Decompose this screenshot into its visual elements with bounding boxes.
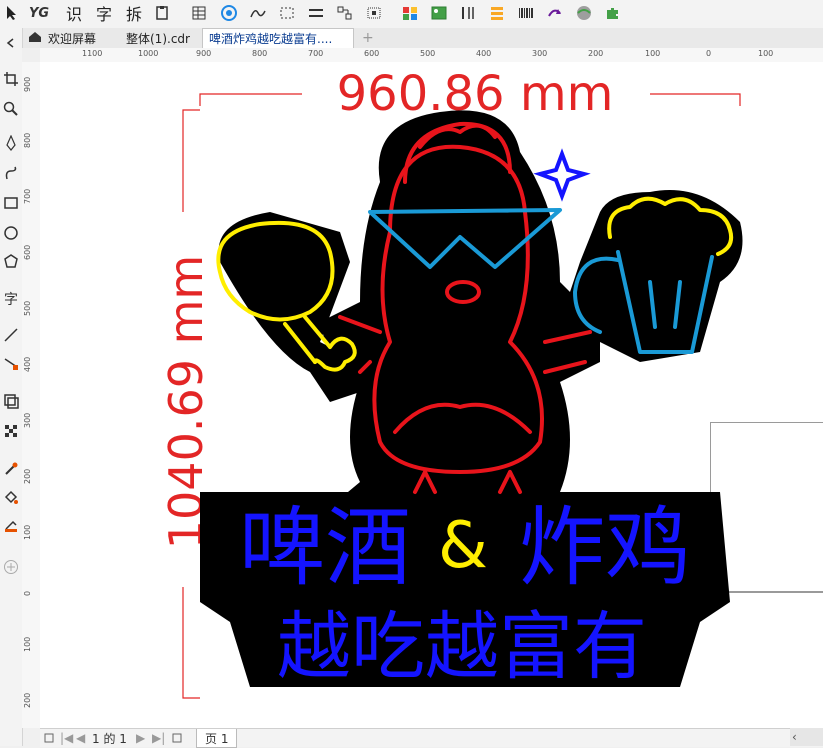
ruler-label: 900 [23,76,32,92]
go-prev-icon[interactable]: ◀ [76,729,85,747]
lines-icon[interactable] [306,3,326,23]
transparency-icon[interactable] [1,420,21,442]
tab-label: 欢迎屏幕 [48,31,97,46]
new-tab-button[interactable]: + [356,28,376,48]
ruler-label: 400 [23,356,32,372]
neon-sign-artwork[interactable]: 960.86 mm 1040.69 mm 啤酒 & 炸鸡 越吃越富有 [40,62,823,728]
table-icon[interactable] [189,3,209,23]
curve-tool-icon[interactable] [1,162,21,184]
ruler-label: 600 [364,49,380,58]
ruler-label: 800 [252,49,268,58]
ruler-label: 1100 [82,49,103,58]
pen-icon[interactable] [1,132,21,154]
text-columns-icon[interactable] [458,3,478,23]
redo-icon[interactable] [545,3,565,23]
first-page-icon[interactable] [44,729,54,747]
ruler-label: 600 [23,244,32,260]
add-page-icon[interactable] [172,729,182,747]
split-button[interactable]: 拆 [124,3,144,24]
zoom-icon[interactable] [1,98,21,120]
home-icon [28,31,42,46]
ruler-label: 100 [758,49,774,58]
shadow-icon[interactable] [1,390,21,412]
image-icon[interactable] [429,3,449,23]
go-first-icon[interactable]: |◀ [60,729,73,747]
add-tool-icon[interactable] [1,556,21,578]
ruler-label: 700 [23,188,32,204]
clipboard-icon[interactable] [152,3,172,23]
ruler-label: 800 [23,132,32,148]
ruler-label: 200 [23,468,32,484]
tab-welcome[interactable]: 欢迎屏幕 [22,28,120,48]
color-palette-icon[interactable] [400,3,420,23]
barcode-icon[interactable] [516,3,536,23]
sign-text-slogan: 越吃越富有 [277,604,647,690]
ruler-label: 100 [23,524,32,540]
font-button[interactable]: 字 [94,3,114,24]
ruler-label: 500 [23,300,32,316]
ruler-label: 700 [308,49,324,58]
ruler-label: 100 [23,636,32,652]
ruler-label: 0 [706,49,712,58]
page-count: 1 的 1 [92,731,127,746]
ruler-label: 1000 [138,49,159,58]
tab-label: 整体(1).cdr [126,31,190,46]
crop-icon[interactable] [1,68,21,90]
sign-text-ampersand: & [438,509,488,583]
rectangle-icon[interactable] [1,192,21,214]
tab-label: 啤酒炸鸡越吃越富有.... [209,32,333,46]
interactive-fill-icon[interactable] [1,514,21,536]
nodes-icon[interactable] [335,3,355,23]
ruler-label: 300 [532,49,548,58]
left-toolbox: 字 [0,28,23,746]
recognize-text-button[interactable]: 识 [64,3,84,24]
ellipse-icon[interactable] [1,222,21,244]
horizontal-ruler[interactable]: 1100 1000 900 800 700 600 500 400 300 20… [40,48,823,63]
ruler-label: 900 [196,49,212,58]
eyedropper-icon[interactable] [1,458,21,480]
drawing-canvas[interactable]: 960.86 mm 1040.69 mm 啤酒 & 炸鸡 越吃越富有 [40,62,823,728]
main-toolbar: YG 识 字 拆 [0,0,823,29]
pointer-icon[interactable] [2,3,22,23]
ruler-label: 200 [23,692,32,708]
stack-icon[interactable] [487,3,507,23]
sign-backing [200,110,743,687]
ruler-label: 500 [420,49,436,58]
sign-text-beer: 啤酒 [239,498,411,598]
ruler-label: 200 [588,49,604,58]
vertical-ruler[interactable]: 900 800 700 600 500 400 300 200 100 0 10… [22,62,41,728]
document-tab-bar: 欢迎屏幕 整体(1).cdr 啤酒炸鸡越吃越富有.... + [22,28,823,49]
dotted-frame-icon[interactable] [277,3,297,23]
ruler-label: 300 [23,412,32,428]
sparkle-icon [533,148,591,202]
snowflake-icon[interactable] [219,3,239,23]
connector-icon[interactable] [1,352,21,374]
plus-icon: + [362,30,374,46]
select-grid-icon[interactable] [364,3,384,23]
fill-icon[interactable] [1,486,21,508]
ruler-label: 400 [476,49,492,58]
curve-icon[interactable] [248,3,268,23]
tab-document-1[interactable]: 整体(1).cdr [120,28,204,48]
text-tool-icon[interactable]: 字 [1,288,21,310]
sign-text-fried-chicken: 炸鸡 [519,498,691,598]
go-last-icon[interactable]: ▶| [152,729,165,747]
ruler-corner[interactable] [22,48,40,62]
polygon-icon[interactable] [1,250,21,272]
horizontal-scrollbar[interactable]: ‹ [790,728,823,746]
puzzle-icon[interactable] [603,3,623,23]
tab-document-active[interactable]: 啤酒炸鸡越吃越富有.... [202,28,354,48]
scroll-left-icon[interactable]: ‹ [792,728,797,746]
go-next-icon[interactable]: ▶ [136,729,145,747]
page-navigator: |◀ ◀ 1 的 1 ▶ ▶| 页 1 [40,728,823,748]
yg-logo-icon[interactable]: YG [27,3,51,23]
line-tool-icon[interactable] [1,324,21,346]
ruler-label: 100 [645,49,661,58]
ruler-label: 0 [23,590,32,596]
arrow-left-icon[interactable] [1,32,21,54]
globe-icon[interactable] [574,3,594,23]
page-tab-1[interactable]: 页 1 [196,729,238,748]
